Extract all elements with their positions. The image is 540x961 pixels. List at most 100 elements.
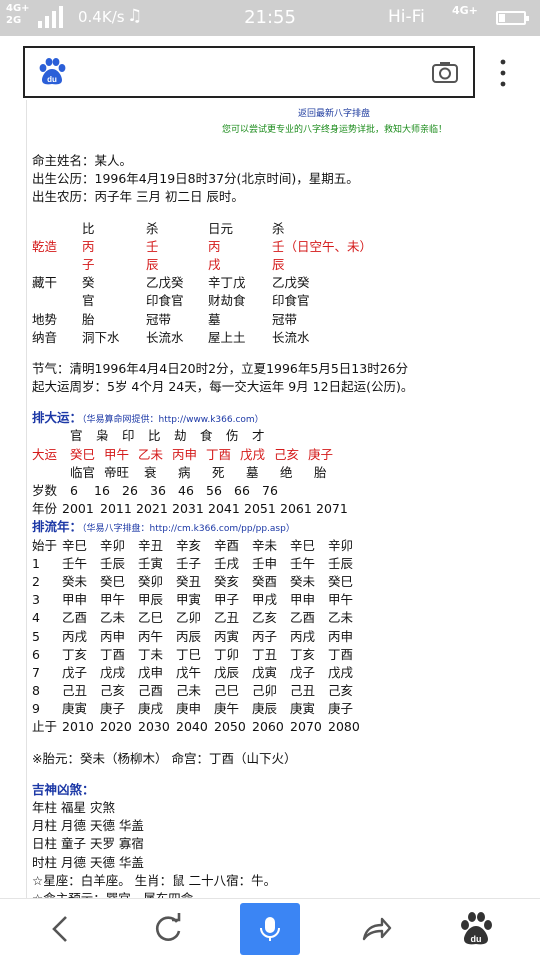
voice-search-button[interactable] [240,903,300,955]
svg-text:du: du [47,75,57,84]
liunian-cell: 庚子 [328,701,354,717]
liunian-cell: 辛卯 [328,537,354,553]
dayun-year: 2031 [172,501,204,517]
pillar-header-row: 比 杀 日元 杀 [32,220,540,238]
dayun-state: 病 [178,464,191,480]
liunian-cell: 2040 [176,719,208,735]
canggan: 乙戊癸 [272,275,310,291]
liunian-cell: 2050 [214,719,246,735]
dayun-age-row: 岁数 6 16 26 36 46 56 66 76 [32,482,540,500]
canggan: 乙戊癸 [146,275,184,291]
liunian-cell: 甲申 [290,592,316,608]
liunian-row-label: 始于 [32,537,58,553]
liunian-cell: 2020 [100,719,132,735]
lunar-line: 出生农历：丙子年 三月 初二日 辰时。 [32,189,244,205]
dayun-state: 胎 [314,464,327,480]
liunian-cell: 甲戌 [252,592,278,608]
dayun-year: 2011 [100,501,132,517]
promo-link[interactable]: 您可以尝试更专业的八字终身运势详批，救知大师亲临！ [222,122,447,135]
dishi: 冠带 [272,311,298,327]
liunian-cell: 己巳 [214,683,240,699]
stem: 丙 [82,238,95,254]
jishen-line: 月柱 月德 天德 华盖 [32,818,144,834]
liunian-row: 4 乙酉 乙未 乙巳 乙卯 乙丑 乙亥 乙酉 乙未 [32,609,540,627]
microphone-icon [260,917,280,941]
liunian-row-label: 3 [32,592,40,608]
liunian-cell: 2080 [328,719,360,735]
liunian-row-label: 6 [32,646,40,662]
liunian-cell: 戊子 [62,664,88,680]
dayun-year: 2071 [316,501,348,517]
canggan: 辛丁戊 [208,275,246,291]
liunian-row-label: 5 [32,628,40,644]
liunian-cell: 乙丑 [214,610,240,626]
liunian-row: 1 壬午 壬辰 壬寅 壬子 壬戌 壬申 壬午 壬辰 [32,555,540,573]
nayin-row: 纳音 洞下水 长流水 屋上土 长流水 [32,329,540,347]
jishen-line: 时柱 月德 天德 华盖 [32,854,144,870]
camera-icon[interactable] [431,60,459,84]
dayun-age: 66 [234,483,250,498]
baidu-logo-icon[interactable]: du [37,57,67,87]
liunian-row: 2 癸未 癸巳 癸卯 癸丑 癸亥 癸酉 癸未 癸巳 [32,573,540,591]
dayun-pillar-row: 大运 癸巳 甲午 乙未 丙申 丁酉 戊戌 己亥 庚子 [32,446,540,464]
liunian-cell: 庚寅 [290,701,316,717]
liunian-cell: 戊午 [176,664,202,680]
share-icon[interactable] [356,909,396,949]
liunian-cell: 辛卯 [100,537,126,553]
liunian-grid: 始于 辛巳 辛卯 辛丑 辛亥 辛酉 辛未 辛巳 辛卯 1 壬午 壬辰 壬寅 壬子 壬戌 壬申 壬午 壬辰 2 癸未 癸巳… [32,537,540,737]
more-vertical-icon[interactable] [498,58,508,88]
search-bar[interactable]: du [23,46,475,98]
liunian-cell: 己卯 [252,683,278,699]
liunian-cell: 丙申 [328,628,354,644]
liunian-cell: 甲申 [62,592,88,608]
liunian-cell: 辛亥 [176,537,202,553]
liunian-cell: 丙子 [252,628,278,644]
liunian-cell: 乙巳 [138,610,164,626]
liunian-row: 7 戊子 戊戌 戊申 戊午 戊辰 戊寅 戊子 戊戌 [32,664,540,682]
liunian-cell: 己亥 [100,683,126,699]
dayun-year: 2021 [136,501,168,517]
liunian-cell: 丁酉 [328,646,354,662]
liunian-cell: 丙戌 [290,628,316,644]
liunian-cell: 戊子 [290,664,316,680]
liunian-cell: 癸未 [62,573,88,589]
dishi: 冠带 [146,311,172,327]
liunian-cell: 己丑 [62,683,88,699]
return-link[interactable]: 返回最新八字排盘 [298,106,370,119]
liunian-cell: 乙亥 [252,610,278,626]
liunian-cell: 甲午 [328,592,354,608]
liunian-cell: 己酉 [138,683,164,699]
liunian-cell: 戊戌 [328,664,354,680]
dayun-shishen: 比 [148,428,161,444]
dayun-source-link[interactable]: （华易算命网提供：http://www.k366.com） [82,415,264,425]
liunian-cell: 丁丑 [252,646,278,662]
refresh-icon[interactable] [148,909,188,949]
jieqi-line: 节气：清明1996年4月4日20时2分，立夏1996年5月5日13时26分 [32,360,409,376]
liunian-cell: 己亥 [328,683,354,699]
liunian-cell: 甲子 [214,592,240,608]
jishen-line: 日柱 童子 天罗 寡宿 [32,836,144,852]
liunian-cell: 癸巳 [328,573,354,589]
dishi-row: 地势 胎 冠带 墓 冠带 [32,311,540,329]
liunian-cell: 己未 [176,683,202,699]
baidu-paw-icon[interactable]: du [456,909,496,949]
liunian-cell: 壬戌 [214,555,240,571]
dayun-pillar: 乙未 [138,446,164,462]
solar-line: 出生公历：1996年4月19日8时37分(北京时间)，星期五。 [32,171,359,187]
branch: 辰 [146,256,159,272]
shishen: 印食官 [272,293,310,309]
liunian-cell: 癸亥 [214,573,240,589]
liunian-start-row: 始于 辛巳 辛卯 辛丑 辛亥 辛酉 辛未 辛巳 辛卯 [32,537,540,555]
dayun-pillar: 庚子 [308,446,334,462]
dayun-pillar: 甲午 [104,446,130,462]
liunian-row-label: 8 [32,683,40,699]
nayin: 长流水 [272,329,310,345]
canggan-row: 藏干 癸 乙戊癸 辛丁戊 乙戊癸 [32,274,540,292]
qian-label: 乾造 [32,238,58,254]
liunian-source-link[interactable]: （华易八字排盘：http://cm.k366.com/pp/pp.asp） [82,524,295,534]
back-icon[interactable] [40,909,80,949]
status-bar: 4G+ 2G 0.4K/s ♫ 21:55 Hi-Fi 4G+ [0,0,540,36]
dayun-age: 6 [70,483,78,498]
dayun-pillar: 丁酉 [206,446,232,462]
branch: 子 [82,256,95,272]
